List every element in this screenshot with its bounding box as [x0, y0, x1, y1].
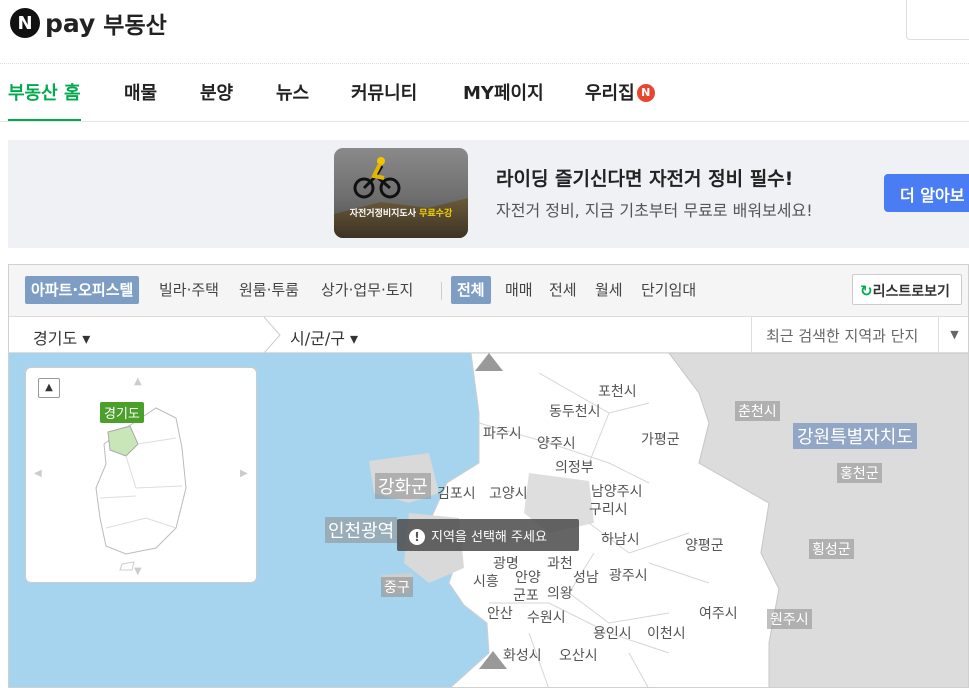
filter-deal-sale[interactable]: 매매 — [499, 276, 539, 304]
minimap-region-tag: 경기도 — [100, 402, 144, 423]
tab-mypage[interactable]: MY페이지 — [463, 77, 544, 121]
map-label-uijeongbu[interactable]: 의정부 — [555, 457, 594, 477]
banner-title: 라이딩 즐기신다면 자전거 정비 필수! — [496, 168, 794, 190]
cyclist-icon — [353, 157, 401, 199]
tab-presale[interactable]: 분양 — [200, 77, 233, 121]
tab-listings[interactable]: 매물 — [124, 77, 157, 121]
map-label-goyang[interactable]: 고양시 — [489, 483, 528, 503]
map-label-yeoju[interactable]: 여주시 — [699, 603, 738, 623]
map-label-hwaseong[interactable]: 화성시 — [503, 645, 542, 665]
filter-villa-house[interactable]: 빌라·주택 — [153, 276, 225, 304]
map-panel: 아파트·오피스텔 빌라·주택 원룸·투룸 상가·업무·토지 전체 매매 전세 월… — [8, 264, 969, 688]
logo-n-icon: N — [10, 8, 40, 38]
map-label-wonju[interactable]: 원주시 — [767, 609, 812, 629]
map-label-hanam[interactable]: 하남시 — [601, 529, 640, 549]
recent-search[interactable]: 최근 검색한 지역과 단지 ▼ — [751, 317, 968, 353]
ad-banner[interactable]: 자전거정비지도사 무료수강 라이딩 즐기신다면 자전거 정비 필수! 자전거 정… — [8, 140, 969, 248]
map-label-ansan[interactable]: 안산 — [487, 603, 513, 623]
recent-dropdown-icon[interactable]: ▼ — [938, 317, 968, 353]
city-select[interactable]: 시/군/구 ▾ — [290, 325, 358, 349]
map-label-gangwon[interactable]: 강원특별자치도 — [793, 423, 917, 449]
map-label-namyangju[interactable]: 남양주시 — [591, 481, 643, 501]
map-label-guri[interactable]: 구리시 — [589, 499, 628, 519]
header-user-area[interactable] — [906, 0, 969, 40]
tab-my-home[interactable]: 우리집 N — [585, 77, 655, 121]
filter-deal-jeonse[interactable]: 전세 — [543, 276, 583, 304]
tab-community[interactable]: 커뮤니티 — [351, 77, 417, 121]
recent-search-label: 최근 검색한 지역과 단지 — [766, 327, 919, 345]
map-label-seongnam[interactable]: 성남 — [573, 567, 599, 587]
logo-pay-text: pay — [45, 8, 96, 38]
map-label-yangpyeong[interactable]: 양평군 — [685, 535, 724, 555]
tab-realestate-home[interactable]: 부동산 홈 — [8, 77, 81, 121]
korea-minimap[interactable]: ▲ ▲ ▼ ◀ ▶ 경기도 — [25, 367, 257, 583]
filter-commercial-land[interactable]: 상가·업무·토지 — [315, 276, 419, 304]
map-label-anyang[interactable]: 안양 — [515, 567, 541, 587]
banner-cta-button[interactable]: 더 알아보 — [884, 174, 969, 212]
map-label-osan[interactable]: 오산시 — [559, 645, 598, 665]
map-label-yangju[interactable]: 양주시 — [537, 433, 576, 453]
new-badge: N — [636, 84, 655, 102]
map-label-gapyeong[interactable]: 가평군 — [641, 429, 680, 449]
banner-description: 자전거 정비, 지금 기초부터 무료로 배워보세요! — [496, 201, 813, 220]
map-label-gwangju[interactable]: 광주시 — [609, 565, 648, 585]
map-label-gimpo[interactable]: 김포시 — [437, 483, 476, 503]
service-name: 부동산 — [103, 13, 167, 39]
location-bar: 경기도 ▾ 시/군/구 ▾ 최근 검색한 지역과 단지 ▼ — [9, 317, 968, 353]
korea-outline — [95, 407, 187, 571]
filter-deal-all[interactable]: 전체 — [451, 276, 491, 304]
toast-text: 지역을 선택해 주세요 — [431, 530, 547, 545]
filter-separator — [441, 282, 442, 300]
banner-thumb-caption: 자전거정비지도사 무료수강 — [349, 209, 453, 219]
banner-thumbnail[interactable]: 자전거정비지도사 무료수강 — [334, 148, 468, 238]
map-label-ganghwa[interactable]: 강화군 — [375, 473, 431, 499]
list-view-label: 리스트로보기 — [872, 284, 950, 300]
alert-icon: ! — [409, 529, 425, 545]
province-select[interactable]: 경기도 ▾ — [33, 325, 90, 349]
refresh-icon: ↻ — [860, 282, 873, 300]
main-nav: 부동산 홈 매물 분양 뉴스 커뮤니티 MY페이지 우리집 N — [0, 77, 969, 121]
breadcrumb-arrow-icon — [264, 317, 281, 353]
map-label-uiwang[interactable]: 의왕 — [547, 583, 573, 603]
select-region-toast: ! 지역을 선택해 주세요 — [397, 519, 579, 551]
map-label-yongin[interactable]: 용인시 — [593, 623, 632, 643]
map-label-suwon[interactable]: 수원시 — [527, 607, 566, 627]
map-label-pocheon[interactable]: 포천시 — [598, 381, 637, 401]
filter-apartment-officetel[interactable]: 아파트·오피스텔 — [25, 276, 140, 304]
filter-oneroom-tworoom[interactable]: 원룸·투룸 — [233, 276, 305, 304]
map-label-hongcheon[interactable]: 홍천군 — [837, 463, 882, 483]
map-label-incheon[interactable]: 인천광역 — [325, 517, 398, 543]
tab-news[interactable]: 뉴스 — [276, 77, 309, 121]
header-divider — [0, 63, 969, 64]
region-map[interactable]: 포천시 동두천시 파주시 양주시 가평군 의정부 강화군 김포시 고양시 남양주… — [9, 353, 968, 687]
map-label-gwacheon[interactable]: 과천 — [547, 553, 573, 573]
map-label-junggu[interactable]: 중구 — [381, 577, 413, 597]
map-label-siheung[interactable]: 시흥 — [473, 571, 499, 591]
map-label-chuncheon[interactable]: 춘천시 — [735, 401, 780, 421]
map-label-icheon[interactable]: 이천시 — [647, 623, 686, 643]
nav-divider — [0, 121, 969, 122]
map-label-hoengseong[interactable]: 횡성군 — [809, 539, 854, 559]
list-view-button[interactable]: ↻리스트로보기 — [852, 274, 962, 305]
filter-deal-monthly[interactable]: 월세 — [589, 276, 629, 304]
map-label-paju[interactable]: 파주시 — [483, 423, 522, 443]
filter-toolbar: 아파트·오피스텔 빌라·주택 원룸·투룸 상가·업무·토지 전체 매매 전세 월… — [9, 265, 968, 317]
map-label-dongducheon[interactable]: 동두천시 — [549, 401, 601, 421]
naver-pay-logo[interactable]: N pay 부동산 — [10, 6, 167, 40]
filter-deal-short-term[interactable]: 단기임대 — [635, 276, 702, 304]
map-label-gunpo[interactable]: 군포 — [513, 585, 539, 605]
